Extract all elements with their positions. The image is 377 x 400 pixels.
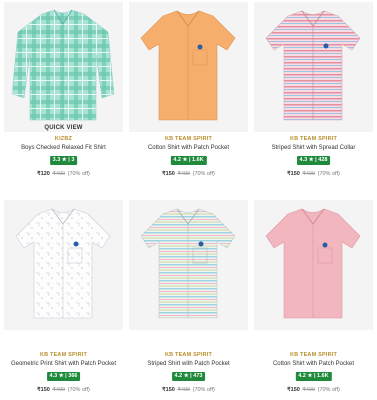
discount: (70% off) <box>317 387 340 393</box>
product-card[interactable]: KB TEAM SPIRIT Cotton Shirt with Patch P… <box>129 2 248 198</box>
product-title[interactable]: Striped Shirt with Patch Pocket <box>129 361 248 367</box>
product-brand: KB TEAM SPIRIT <box>289 352 338 358</box>
product-image[interactable] <box>129 200 248 330</box>
discount: (70% off) <box>192 171 215 177</box>
product-title[interactable]: Cotton Shirt with Patch Pocket <box>129 145 248 151</box>
price: ₹150 <box>287 171 300 177</box>
product-card[interactable]: KB TEAM SPIRIT Cotton Shirt with Patch P… <box>254 200 373 396</box>
price-row: ₹150 ₹499 (70% off) <box>129 387 248 393</box>
product-card[interactable]: KB TEAM SPIRIT Striped Shirt with Spread… <box>254 2 373 198</box>
product-brand: KB TEAM SPIRIT <box>39 352 88 358</box>
product-title[interactable]: Striped Shirt with Spread Collar <box>254 145 373 151</box>
product-title[interactable]: Boys Checked Relaxed Fit Shirt <box>4 145 123 151</box>
product-brand: KB TEAM SPIRIT <box>289 136 338 142</box>
rating-badge: 3.3 ★ | 3 <box>49 156 78 165</box>
product-image[interactable] <box>254 2 373 132</box>
discount: (70% off) <box>67 387 90 393</box>
product-title[interactable]: Cotton Shirt with Patch Pocket <box>254 361 373 367</box>
quick-view-button[interactable]: QUICK VIEW <box>4 122 123 134</box>
price: ₹150 <box>287 387 300 393</box>
product-brand: KB TEAM SPIRIT <box>164 352 213 358</box>
product-grid: QUICK VIEW KIZBZ Boys Checked Relaxed Fi… <box>0 0 377 400</box>
mrp: ₹499 <box>177 387 191 393</box>
mrp: ₹499 <box>52 387 66 393</box>
discount: (70% off) <box>317 171 340 177</box>
rating-badge: 4.2 ★ | 1.6K <box>170 156 207 165</box>
mrp: ₹499 <box>302 171 316 177</box>
product-image[interactable] <box>254 200 373 330</box>
product-brand: KB TEAM SPIRIT <box>164 136 213 142</box>
rating-badge: 4.2 ★ | 473 <box>171 372 206 381</box>
discount: (70% off) <box>192 387 215 393</box>
price-row: ₹150 ₹499 (70% off) <box>254 387 373 393</box>
price-row: ₹150 ₹499 (70% off) <box>4 387 123 393</box>
price: ₹150 <box>162 171 175 177</box>
product-image[interactable] <box>129 2 248 132</box>
product-image[interactable] <box>4 200 123 330</box>
mrp: ₹499 <box>177 171 191 177</box>
price: ₹120 <box>37 171 50 177</box>
discount: (70% off) <box>67 171 90 177</box>
price-row: ₹150 ₹499 (70% off) <box>129 171 248 177</box>
product-brand: KIZBZ <box>54 136 73 142</box>
price: ₹150 <box>162 387 175 393</box>
mrp: ₹499 <box>302 387 316 393</box>
rating-badge: 4.3 ★ | 428 <box>296 156 331 165</box>
rating-badge: 4.3 ★ | 366 <box>46 372 81 381</box>
price: ₹150 <box>37 387 50 393</box>
mrp: ₹400 <box>52 171 66 177</box>
product-card[interactable]: QUICK VIEW KIZBZ Boys Checked Relaxed Fi… <box>4 2 123 198</box>
price-row: ₹150 ₹499 (70% off) <box>254 171 373 177</box>
product-title[interactable]: Geometric Print Shirt with Patch Pocket <box>4 361 123 367</box>
product-card[interactable]: KB TEAM SPIRIT Geometric Print Shirt wit… <box>4 200 123 396</box>
product-card[interactable]: KB TEAM SPIRIT Striped Shirt with Patch … <box>129 200 248 396</box>
rating-badge: 4.2 ★ | 1.6K <box>295 372 332 381</box>
product-image[interactable] <box>4 2 123 132</box>
price-row: ₹120 ₹400 (70% off) <box>4 171 123 177</box>
